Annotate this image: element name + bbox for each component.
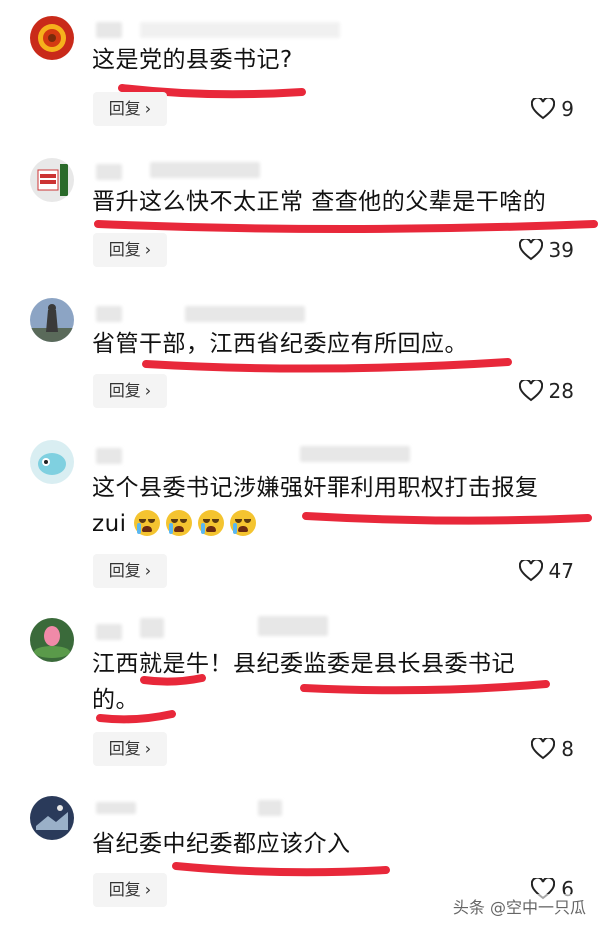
username-blurred xyxy=(258,616,328,636)
like-count: 9 xyxy=(561,97,574,121)
chevron-right-icon: › xyxy=(144,880,152,899)
comment-text-line: 的。 xyxy=(92,687,139,713)
comment-text: 江西就是牛！县纪委监委是县长县委书记 的。 xyxy=(92,646,580,718)
like-button[interactable]: 39 xyxy=(518,235,574,265)
comment-text: 省纪委中纪委都应该介入 xyxy=(92,831,351,857)
avatar[interactable] xyxy=(30,158,74,202)
heart-outline-icon xyxy=(518,380,543,402)
like-button[interactable]: 47 xyxy=(518,556,574,586)
reply-button[interactable]: 回复 › xyxy=(93,233,167,267)
chevron-right-icon: › xyxy=(144,739,152,758)
avatar[interactable] xyxy=(30,440,74,484)
username-blurred xyxy=(185,306,305,322)
heart-outline-icon xyxy=(531,98,556,120)
reply-label: 回复 xyxy=(108,739,141,758)
username-blurred xyxy=(140,618,164,638)
username-blurred xyxy=(96,802,136,814)
comment-text: 这个县委书记涉嫌强奸罪利用职权打击报复 zui xyxy=(92,470,580,542)
username-blurred xyxy=(96,306,122,322)
username-blurred xyxy=(96,22,122,38)
heart-outline-icon xyxy=(531,738,556,760)
chevron-right-icon: › xyxy=(144,381,152,400)
like-count: 28 xyxy=(548,379,574,403)
avatar[interactable] xyxy=(30,298,74,342)
crying-emoji-icon xyxy=(230,510,257,536)
comment-text-line: 这个县委书记涉嫌强奸罪利用职权打击报复 xyxy=(92,475,539,501)
avatar[interactable] xyxy=(30,796,74,840)
username-blurred xyxy=(258,800,282,816)
comment-text-line: 江西就是牛！县纪委监委是县长县委书记 xyxy=(92,651,515,677)
chevron-right-icon: › xyxy=(144,240,152,259)
crying-emoji-icon xyxy=(166,510,193,536)
heart-outline-icon xyxy=(518,560,543,582)
like-button[interactable]: 28 xyxy=(518,376,574,406)
avatar[interactable] xyxy=(30,618,74,662)
watermark: 头条 @空中一只瓜 xyxy=(452,894,586,918)
comment-text-tail: zui xyxy=(92,511,127,537)
username-blurred xyxy=(96,624,122,640)
comment-text: 省管干部，江西省纪委应有所回应。 xyxy=(92,331,468,357)
reply-label: 回复 xyxy=(108,240,141,259)
comment-text-line: zui xyxy=(92,506,580,542)
reply-button[interactable]: 回复 › xyxy=(93,554,167,588)
like-count: 39 xyxy=(548,238,574,262)
comment-text: 这是党的县委书记? xyxy=(92,47,293,73)
heart-outline-icon xyxy=(518,239,543,261)
reply-button[interactable]: 回复 › xyxy=(93,873,167,907)
reply-label: 回复 xyxy=(108,880,141,899)
comment-text: 晋升这么快不太正常 查查他的父辈是干啥的 xyxy=(92,189,547,215)
like-button[interactable]: 8 xyxy=(531,734,574,764)
reply-label: 回复 xyxy=(108,99,141,118)
like-button[interactable]: 9 xyxy=(531,94,574,124)
chevron-right-icon: › xyxy=(144,561,152,580)
username-blurred xyxy=(300,446,410,462)
reply-button[interactable]: 回复 › xyxy=(93,732,167,766)
crying-emoji-icon xyxy=(134,510,161,536)
reply-label: 回复 xyxy=(108,561,141,580)
reply-button[interactable]: 回复 › xyxy=(93,374,167,408)
crying-emoji-icon xyxy=(198,510,225,536)
chevron-right-icon: › xyxy=(144,99,152,118)
like-count: 8 xyxy=(561,737,574,761)
username-blurred xyxy=(96,164,122,180)
reply-button[interactable]: 回复 › xyxy=(93,92,167,126)
username-blurred xyxy=(96,448,122,464)
avatar[interactable] xyxy=(30,16,74,60)
username-blurred xyxy=(150,162,260,178)
reply-label: 回复 xyxy=(108,381,141,400)
username-blurred xyxy=(140,22,340,38)
like-count: 47 xyxy=(548,559,574,583)
